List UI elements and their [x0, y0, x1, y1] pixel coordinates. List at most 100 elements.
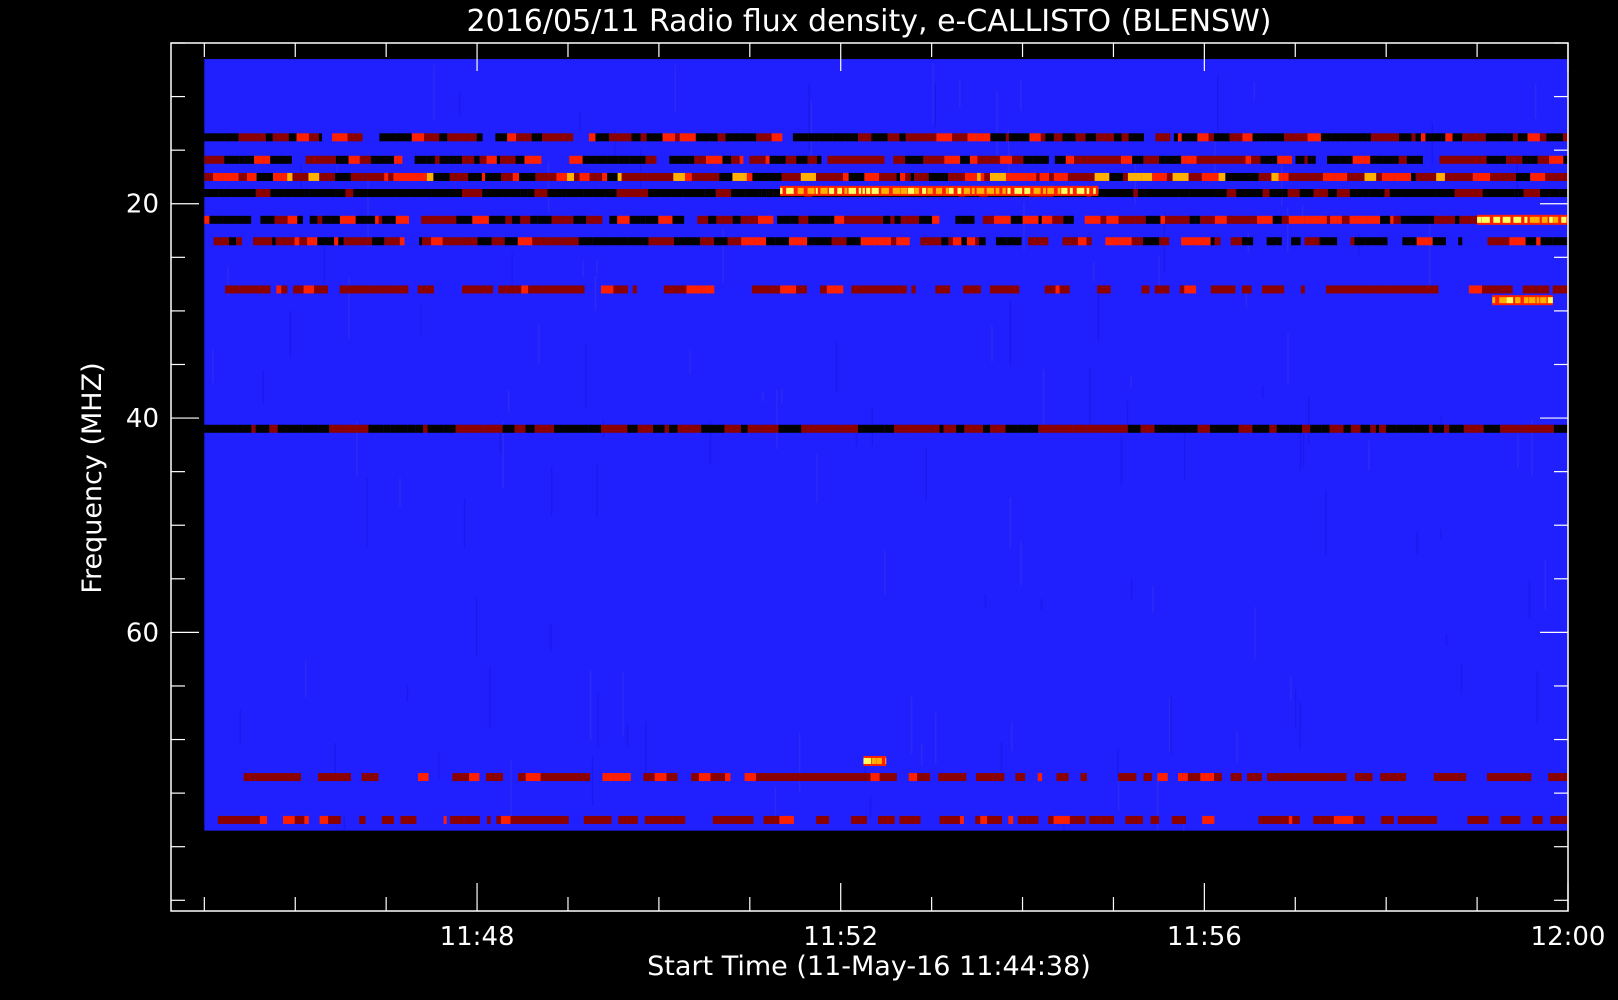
noise-streak	[1254, 607, 1256, 660]
band-segment	[1140, 424, 1155, 433]
burst-segment	[863, 757, 872, 764]
band-segment	[368, 424, 384, 433]
band-segment	[558, 133, 569, 142]
band-segment	[359, 815, 366, 824]
band-segment	[843, 155, 856, 164]
band-segment	[1262, 189, 1270, 198]
burst-segment	[862, 187, 865, 194]
noise-streak	[589, 670, 592, 741]
band-segment	[353, 189, 368, 198]
noise-streak	[1302, 432, 1305, 467]
band-segment	[1421, 285, 1439, 294]
band-segment	[516, 133, 532, 142]
band-segment	[1077, 237, 1087, 246]
band-segment	[1310, 215, 1327, 224]
band-segment	[775, 424, 779, 433]
band-segment	[490, 155, 497, 164]
band-segment	[1349, 215, 1367, 224]
band-segment	[1215, 189, 1227, 198]
band-segment	[1196, 155, 1213, 164]
band-segment	[476, 133, 483, 142]
band-segment	[831, 237, 847, 246]
band-segment	[229, 237, 237, 246]
band-segment	[1189, 215, 1196, 224]
band-segment	[1080, 424, 1088, 433]
noise-streak	[1428, 224, 1431, 292]
band-segment	[923, 155, 938, 164]
band-segment	[1546, 133, 1564, 142]
band	[225, 285, 1568, 294]
band-segment	[1278, 172, 1284, 181]
burst-segment	[971, 187, 975, 194]
band-segment	[523, 189, 528, 198]
band-segment	[1463, 424, 1469, 433]
band-segment	[904, 815, 921, 824]
band-segment	[946, 815, 961, 824]
band-segment	[292, 172, 309, 181]
noise-streak	[835, 341, 838, 393]
band-segment	[1034, 133, 1041, 142]
band-segment	[550, 424, 555, 433]
band-segment	[1267, 773, 1278, 782]
band-segment	[1452, 133, 1463, 142]
band-segment	[935, 285, 951, 294]
noise-streak	[1286, 207, 1289, 253]
band-segment	[1500, 424, 1507, 433]
band-segment	[615, 424, 628, 433]
band-segment	[731, 189, 746, 198]
band-segment	[1366, 215, 1381, 224]
band-segment	[705, 155, 723, 164]
band-segment	[588, 133, 596, 142]
band-segment	[664, 424, 670, 433]
band-segment	[532, 237, 538, 246]
band-segment	[1100, 215, 1107, 224]
band-segment	[1498, 189, 1515, 198]
band-segment	[1257, 189, 1263, 198]
band-segment	[1370, 424, 1376, 433]
band-segment	[1527, 133, 1540, 142]
band-segment	[1354, 133, 1368, 142]
band-segment	[771, 133, 783, 142]
band-segment	[1005, 424, 1018, 433]
band-segment	[518, 773, 526, 782]
band-segment	[1143, 155, 1160, 164]
burst-segment	[1014, 187, 1023, 194]
burst-segment	[948, 187, 954, 194]
band-segment	[815, 172, 829, 181]
band-segment	[1053, 172, 1063, 181]
band-segment	[318, 424, 330, 433]
band-segment	[302, 424, 319, 433]
band-segment	[1141, 172, 1153, 181]
band-segment	[318, 133, 323, 142]
band-segment	[1062, 133, 1066, 142]
noise-streak	[1170, 696, 1172, 755]
band-segment	[956, 424, 965, 433]
band-segment	[1354, 773, 1366, 782]
band-segment	[1005, 133, 1009, 142]
band-segment	[1419, 172, 1437, 181]
band-segment	[980, 815, 988, 824]
band-segment	[1020, 773, 1026, 782]
band-segment	[741, 237, 750, 246]
band-segment	[656, 815, 669, 824]
band-segment	[900, 172, 906, 181]
band-segment	[1154, 285, 1165, 294]
band-segment	[1342, 285, 1360, 294]
band-segment	[369, 285, 377, 294]
band-segment	[228, 815, 238, 824]
band-segment	[326, 155, 336, 164]
band-segment	[672, 215, 685, 224]
band-segment	[1517, 773, 1532, 782]
band-segment	[1375, 424, 1380, 433]
band-segment	[798, 215, 809, 224]
band-segment	[421, 215, 427, 224]
band-segment	[1017, 815, 1028, 824]
noise-streak	[1023, 202, 1025, 250]
band-segment	[463, 133, 477, 142]
band-segment	[1053, 815, 1070, 824]
band-segment	[943, 424, 957, 433]
band-segment	[319, 172, 336, 181]
band-segment	[618, 815, 633, 824]
band-segment	[347, 285, 364, 294]
band-segment	[1454, 215, 1460, 224]
